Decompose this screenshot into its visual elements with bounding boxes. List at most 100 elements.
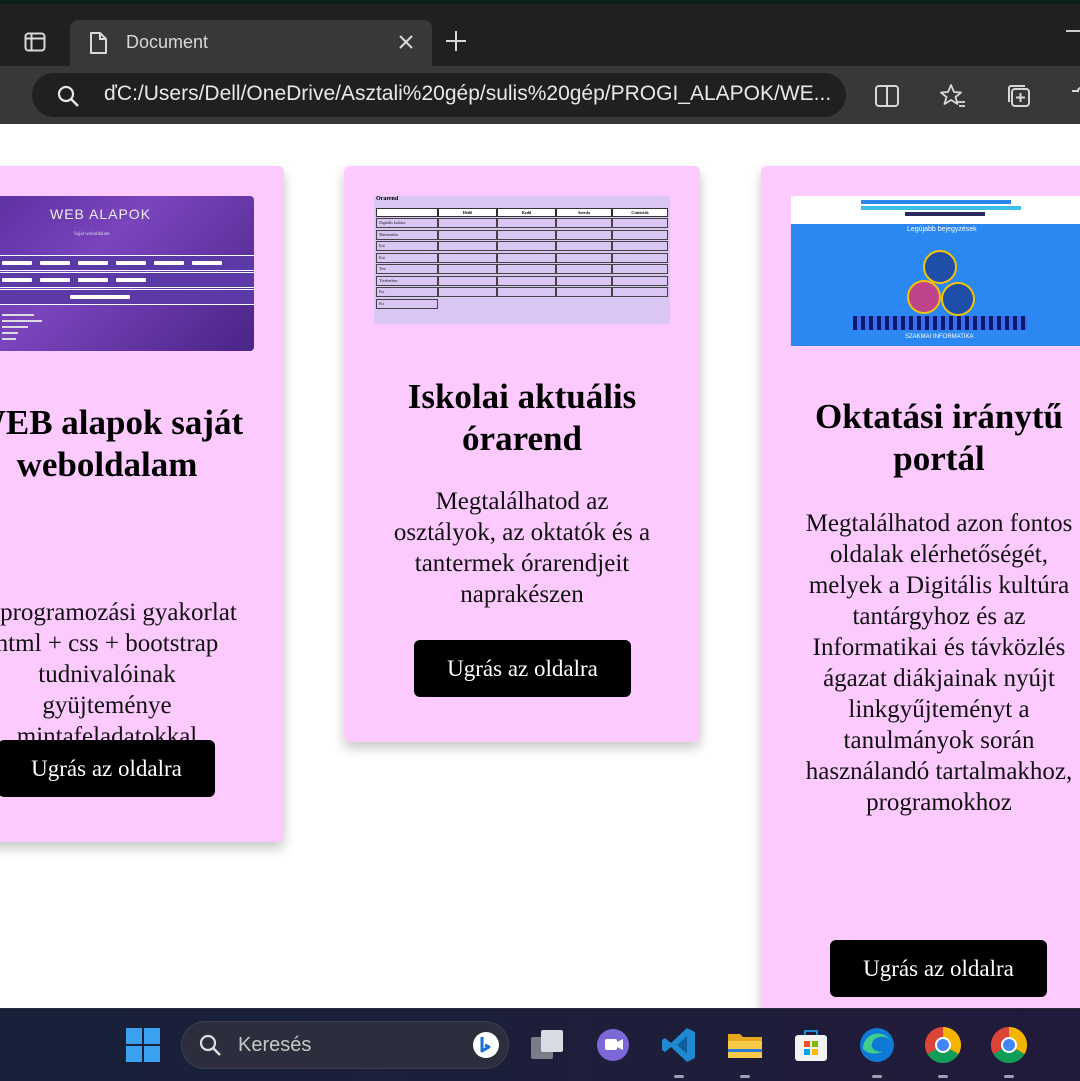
card-thumbnail-iranytu: Legújabb bejegyzések SZAKMAI INFORMATIKA [791, 196, 1080, 346]
timetable-cell [612, 252, 668, 263]
search-placeholder: Keresés [238, 1034, 312, 1056]
badge-icon [907, 280, 941, 314]
timetable-cell [438, 229, 497, 240]
timetable-cell [556, 287, 612, 297]
timetable-cell [497, 275, 556, 286]
timetable-cell [612, 264, 668, 274]
task-view-icon[interactable] [527, 1025, 567, 1065]
search-icon [57, 85, 79, 107]
timetable-cell [438, 218, 497, 228]
file-explorer-icon[interactable] [725, 1025, 765, 1065]
microsoft-store-icon[interactable] [791, 1025, 831, 1065]
running-indicator [674, 1075, 684, 1078]
timetable-header: Hétfő [438, 208, 497, 217]
timetable-cell [438, 252, 497, 263]
thumbnail-header-strip [791, 196, 1080, 224]
collections-icon[interactable] [1006, 83, 1032, 109]
address-bar[interactable]: ďC:/Users/Dell/OneDrive/Asztali%20gép/su… [32, 73, 846, 117]
card-thumbnail-orarend: Órarend Hétfő Kedd Szerda Csütörtök Digi… [374, 196, 670, 324]
timetable-cell [612, 275, 668, 286]
timetable-row-label: Digitális kultúra [376, 218, 438, 228]
extensions-icon[interactable] [1068, 83, 1080, 109]
thumbnail-banner [853, 316, 1027, 330]
timetable-row-label: Történelem [376, 275, 438, 286]
tab-actions-icon[interactable] [24, 31, 46, 53]
timetable-row-label: Test [376, 264, 438, 274]
timetable-cell [612, 229, 668, 240]
card-web-alapok: WEB ALAPOK Saját weboldalam EB alapok sa… [0, 166, 284, 842]
card-iranytu: Legújabb bejegyzések SZAKMAI INFORMATIKA… [761, 166, 1080, 1008]
browser-toolbar: ďC:/Users/Dell/OneDrive/Asztali%20gép/su… [0, 66, 1080, 124]
goto-page-button[interactable]: Ugrás az oldalra [414, 640, 631, 697]
timetable-cell [497, 264, 556, 274]
search-icon [199, 1034, 221, 1056]
card-description: Megtalálhatod azon fontos oldalak elérhe… [805, 510, 1073, 816]
taskbar-search[interactable]: Keresés [181, 1021, 509, 1069]
taskbar: Keresés [0, 1008, 1080, 1081]
window-top-edge [0, 0, 1080, 4]
close-tab-icon[interactable] [396, 32, 416, 52]
card-orarend: Órarend Hétfő Kedd Szerda Csütörtök Digi… [344, 166, 700, 742]
card-title: Iskolai aktuális órarend [407, 377, 637, 458]
browser-chrome: Document ďC:/Users/Dell/OneDrive/Asztali… [0, 0, 1080, 124]
badge-icon [923, 250, 957, 284]
timetable-cell [438, 241, 497, 251]
browser-tab[interactable]: Document [70, 20, 432, 66]
windows-start-icon[interactable] [123, 1025, 163, 1065]
timetable-cell [612, 287, 668, 297]
timetable-header: Csütörtök [612, 208, 668, 217]
card-description: A programozási gyakorlat html + css + bo… [0, 599, 237, 750]
goto-page-button[interactable]: Ugrás az oldalra [830, 940, 1047, 997]
timetable-cell [497, 241, 556, 251]
running-indicator [1004, 1075, 1014, 1078]
thumbnail-subtitle: Saját weboldalam [74, 232, 110, 237]
timetable-cell [556, 229, 612, 240]
timetable-cell [497, 287, 556, 297]
timetable-cell [438, 264, 497, 274]
thumbnail-nav-band [0, 289, 254, 305]
new-tab-icon[interactable] [445, 30, 467, 52]
timetable-cell [497, 252, 556, 263]
favorites-icon[interactable] [940, 83, 966, 109]
timetable-cell [497, 229, 556, 240]
timetable-row-label: Kat [376, 241, 438, 251]
timetable-cell [556, 264, 612, 274]
card-title: WEB alapok saját weboldalam [0, 403, 244, 484]
split-screen-icon[interactable] [874, 83, 900, 109]
timetable-cell [556, 241, 612, 251]
running-indicator [740, 1075, 750, 1078]
card-description: Megtalálhatod az osztályok, az oktatók é… [393, 488, 651, 608]
timetable-row-label: Kat [376, 252, 438, 263]
running-indicator [938, 1075, 948, 1078]
teams-chat-icon[interactable] [593, 1025, 633, 1065]
badge-icon [941, 282, 975, 316]
chrome-icon[interactable] [923, 1025, 963, 1065]
thumbnail-nav-band [0, 255, 254, 271]
url-text[interactable]: ďC:/Users/Dell/OneDrive/Asztali%20gép/su… [104, 82, 831, 106]
timetable-header: Kedd [497, 208, 556, 217]
timetable-cell [556, 218, 612, 228]
thumbnail-footer: SZAKMAI INFORMATIKA [905, 334, 974, 340]
timetable-cell [556, 275, 612, 286]
tab-title: Document [126, 32, 209, 52]
edge-icon[interactable] [857, 1025, 897, 1065]
chrome-icon[interactable] [989, 1025, 1029, 1065]
thumbnail-title: Órarend [376, 196, 399, 202]
page-content: WEB ALAPOK Saját weboldalam EB alapok sa… [0, 124, 1080, 1008]
goto-page-button[interactable]: Ugrás az oldalra [0, 740, 215, 797]
card-title: Oktatási iránytű portál [815, 397, 1063, 478]
timetable-cell [556, 252, 612, 263]
card-thumbnail-web-alapok: WEB ALAPOK Saját weboldalam [0, 196, 254, 351]
timetable-cell [497, 218, 556, 228]
timetable-row-label: Fiz [376, 298, 438, 309]
running-indicator [872, 1075, 882, 1078]
thumbnail-nav-band [0, 272, 254, 288]
minimize-icon[interactable] [1066, 30, 1080, 32]
thumbnail-heading: Legújabb bejegyzések [907, 226, 977, 233]
timetable-cell [438, 275, 497, 286]
timetable-cell [438, 287, 497, 297]
vscode-icon[interactable] [659, 1025, 699, 1065]
document-icon [90, 32, 107, 54]
bing-icon[interactable] [472, 1031, 500, 1059]
timetable-row-label: Fiz [376, 287, 438, 297]
